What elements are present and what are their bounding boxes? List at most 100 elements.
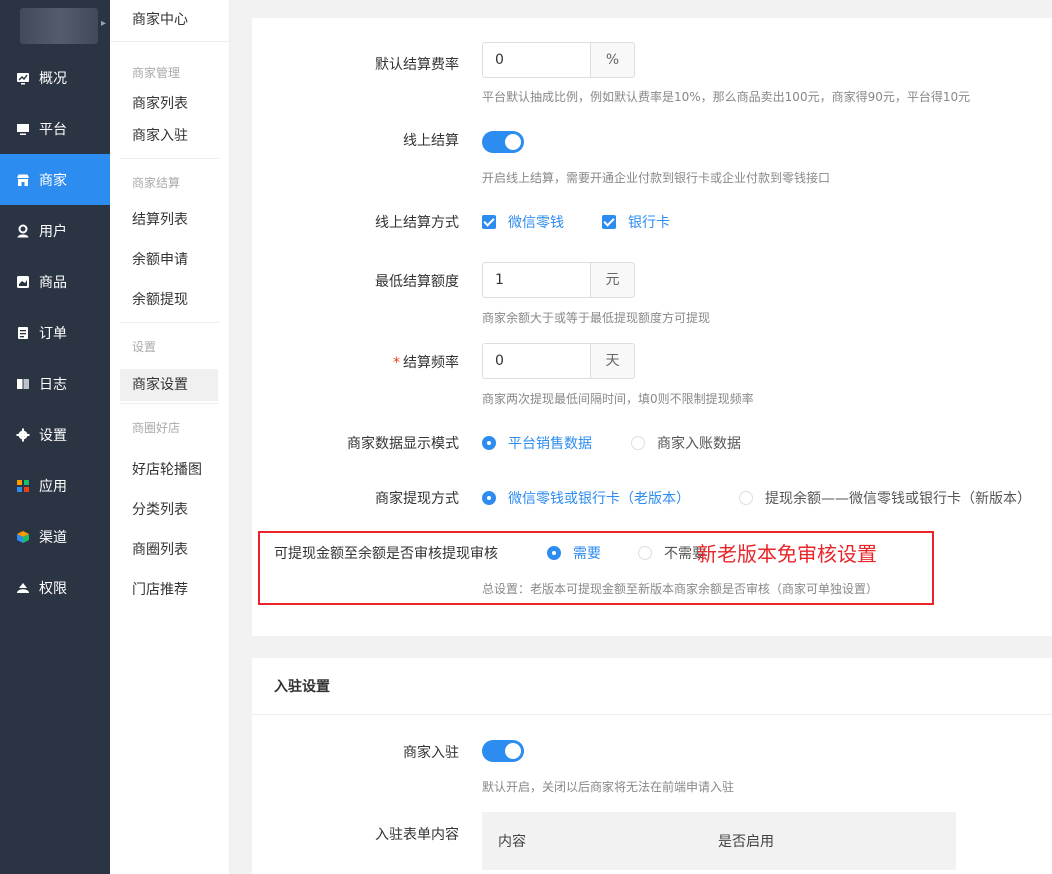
nav-label: 商品 bbox=[39, 274, 67, 291]
submenu-item-balance-withdraw[interactable]: 余额提现 bbox=[110, 284, 220, 316]
radio-selected-icon bbox=[482, 436, 496, 450]
sub-menu: 商家中心 商家管理 商家列表 商家入驻 商家结算 结算列表 余额申请 余额提现 … bbox=[110, 0, 230, 874]
rate-label: 默认结算费率 bbox=[375, 57, 459, 73]
frequency-input[interactable]: 0 bbox=[482, 343, 590, 379]
submenu-item-shop-carousel[interactable]: 好店轮播图 bbox=[110, 454, 220, 486]
submenu-group-label: 设置 bbox=[132, 340, 157, 354]
display-mode-label: 商家数据显示模式 bbox=[347, 436, 459, 452]
submenu-item-settle-list[interactable]: 结算列表 bbox=[110, 204, 220, 236]
radio-label: 平台销售数据 bbox=[508, 436, 592, 452]
frequency-input-group: 0 天 bbox=[482, 343, 635, 379]
checkbox-bank[interactable]: 银行卡 bbox=[602, 212, 670, 232]
nav-label: 用户 bbox=[39, 223, 67, 240]
radio-old-version[interactable]: 微信零钱或银行卡（老版本） bbox=[482, 488, 690, 508]
radio-unselected-icon bbox=[739, 491, 753, 505]
min-amount-label: 最低结算额度 bbox=[375, 274, 459, 290]
log-icon bbox=[16, 377, 30, 391]
nav-item-order[interactable]: 订单 bbox=[0, 307, 110, 358]
form-content-label: 入驻表单内容 bbox=[375, 827, 459, 843]
main-content: 默认结算费率 0 % 平台默认抽成比例，例如默认费率是10%，那么商品卖出100… bbox=[230, 0, 1052, 874]
submenu-item-merchant-list[interactable]: 商家列表 bbox=[110, 88, 220, 120]
settle-in-hint: 默认开启，关闭以后商家将无法在前端申请入驻 bbox=[482, 780, 735, 794]
online-settle-switch[interactable] bbox=[482, 131, 524, 153]
nav-label: 应用 bbox=[39, 478, 67, 495]
divider bbox=[252, 714, 1052, 715]
logo-area: ▸ bbox=[0, 0, 110, 50]
settle-in-card: 入驻设置 商家入驻 默认开启，关闭以后商家将无法在前端申请入驻 入驻表单内容 内… bbox=[252, 658, 1052, 874]
submenu-item-merchant-join[interactable]: 商家入驻 bbox=[110, 120, 220, 152]
radio-label: 商家入账数据 bbox=[657, 436, 741, 452]
section-title: 入驻设置 bbox=[274, 679, 330, 695]
checkbox-checked-icon bbox=[482, 215, 496, 229]
submenu-group-label: 商家管理 bbox=[132, 66, 181, 80]
online-settle-hint: 开启线上结算，需要开通企业付款到银行卡或企业付款到零钱接口 bbox=[482, 171, 831, 185]
logo bbox=[20, 8, 98, 44]
withdraw-method-label: 商家提现方式 bbox=[375, 491, 459, 507]
submenu-item-category-list[interactable]: 分类列表 bbox=[110, 494, 220, 526]
nav-label: 概况 bbox=[39, 70, 67, 87]
nav-item-apps[interactable]: 应用 bbox=[0, 460, 110, 511]
min-amount-unit: 元 bbox=[590, 262, 635, 298]
frequency-label-text: 结算频率 bbox=[403, 355, 459, 371]
monitor-icon bbox=[16, 122, 30, 136]
checkbox-checked-icon bbox=[602, 215, 616, 229]
nav-label: 设置 bbox=[39, 427, 67, 444]
annotation-text: 新老版本免审核设置 bbox=[697, 542, 877, 566]
nav-item-user[interactable]: 用户 bbox=[0, 205, 110, 256]
radio-label: 微信零钱或银行卡（老版本） bbox=[508, 491, 690, 507]
column-header: 内容 bbox=[498, 834, 526, 850]
min-amount-input-group: 1 元 bbox=[482, 262, 635, 298]
nav-item-goods[interactable]: 商品 bbox=[0, 256, 110, 307]
gear-icon bbox=[16, 428, 30, 442]
order-icon bbox=[16, 326, 30, 340]
settle-in-switch[interactable] bbox=[482, 740, 524, 762]
radio-merchant-income[interactable]: 商家入账数据 bbox=[631, 433, 741, 453]
frequency-label: * 结算频率 bbox=[269, 352, 459, 372]
rate-unit: % bbox=[590, 42, 635, 78]
nav-label: 渠道 bbox=[39, 529, 67, 546]
caret-right-icon[interactable]: ▸ bbox=[101, 18, 106, 29]
rate-input-group: 0 % bbox=[482, 42, 635, 78]
nav-label: 日志 bbox=[39, 376, 67, 393]
nav-item-overview[interactable]: 概况 bbox=[0, 52, 110, 103]
frequency-unit: 天 bbox=[590, 343, 635, 379]
main-sidebar: ▸ 概况 平台 商家 用户 商品 订单 日志 设置 应用 渠道 权限 bbox=[0, 0, 110, 874]
submenu-item-balance-apply[interactable]: 余额申请 bbox=[110, 244, 220, 276]
nav-label: 平台 bbox=[39, 121, 67, 138]
radio-label: 提现余额——微信零钱或银行卡（新版本） bbox=[765, 491, 1031, 507]
nav-item-platform[interactable]: 平台 bbox=[0, 103, 110, 154]
nav-item-merchant[interactable]: 商家 bbox=[0, 154, 110, 205]
submenu-item-store-recommend[interactable]: 门店推荐 bbox=[110, 574, 220, 606]
submenu-group-label: 商圈好店 bbox=[132, 421, 181, 435]
apps-icon bbox=[16, 479, 30, 493]
min-amount-hint: 商家余额大于或等于最低提现额度方可提现 bbox=[482, 311, 711, 325]
nav-item-log[interactable]: 日志 bbox=[0, 358, 110, 409]
lock-icon bbox=[16, 581, 30, 595]
store-icon bbox=[16, 173, 30, 187]
submenu-item-district-list[interactable]: 商圈列表 bbox=[110, 534, 220, 566]
main-nav: 概况 平台 商家 用户 商品 订单 日志 设置 应用 渠道 权限 bbox=[0, 52, 110, 613]
nav-item-channel[interactable]: 渠道 bbox=[0, 511, 110, 562]
form-content-table-header: 内容 是否启用 bbox=[482, 812, 956, 870]
online-settle-label: 线上结算 bbox=[403, 133, 459, 149]
required-mark: * bbox=[393, 355, 400, 371]
radio-selected-icon bbox=[482, 491, 496, 505]
submenu-title: 商家中心 bbox=[110, 0, 229, 42]
radio-platform-sales[interactable]: 平台销售数据 bbox=[482, 433, 592, 453]
user-icon bbox=[16, 224, 30, 238]
checkbox-label: 银行卡 bbox=[628, 215, 670, 231]
settle-in-label: 商家入驻 bbox=[403, 745, 459, 761]
radio-unselected-icon bbox=[631, 436, 645, 450]
settle-method-label: 线上结算方式 bbox=[375, 215, 459, 231]
min-amount-input[interactable]: 1 bbox=[482, 262, 590, 298]
submenu-item-merchant-settings[interactable]: 商家设置 bbox=[120, 369, 218, 401]
frequency-hint: 商家两次提现最低间隔时间，填0则不限制提现频率 bbox=[482, 392, 754, 406]
column-header: 是否启用 bbox=[718, 834, 774, 850]
checkbox-label: 微信零钱 bbox=[508, 215, 564, 231]
radio-new-version[interactable]: 提现余额——微信零钱或银行卡（新版本） bbox=[739, 488, 1031, 508]
goods-icon bbox=[16, 275, 30, 289]
rate-input[interactable]: 0 bbox=[482, 42, 590, 78]
checkbox-wechat[interactable]: 微信零钱 bbox=[482, 212, 564, 232]
nav-item-settings[interactable]: 设置 bbox=[0, 409, 110, 460]
nav-item-permission[interactable]: 权限 bbox=[0, 562, 110, 613]
